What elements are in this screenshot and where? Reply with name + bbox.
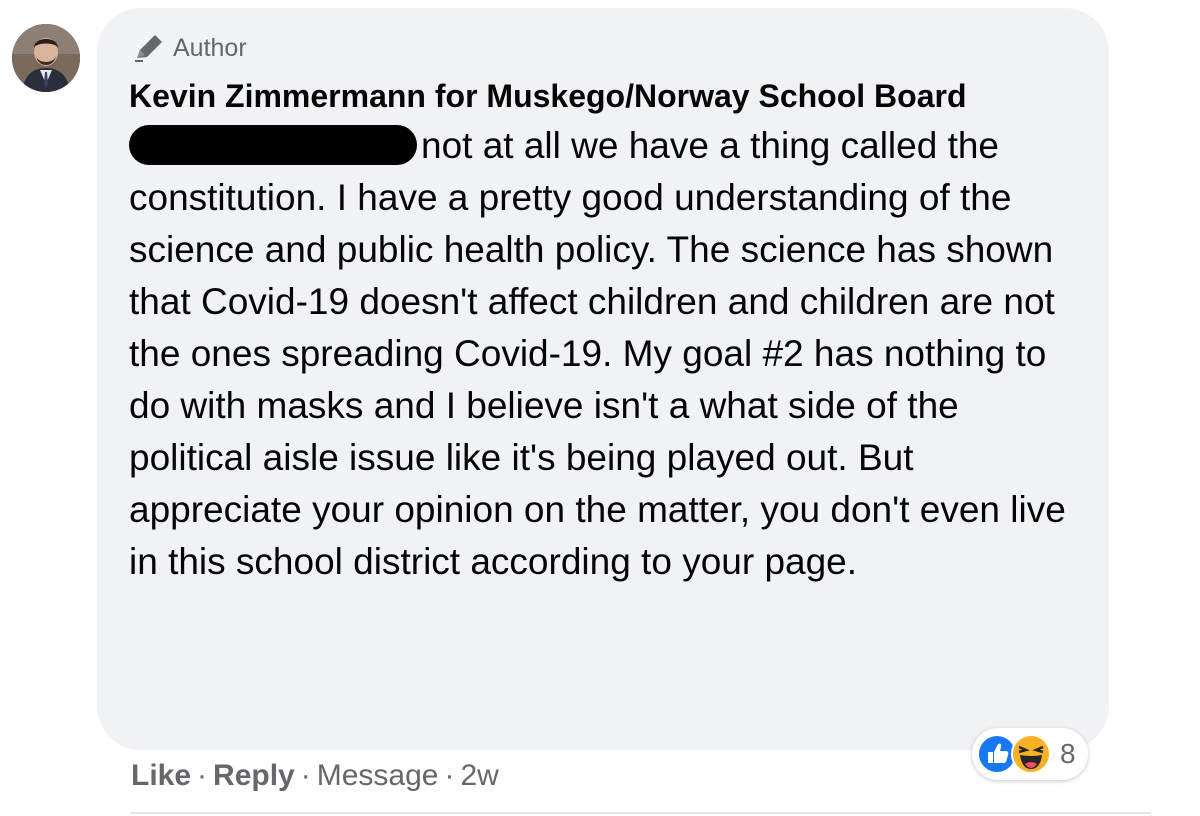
separator: · — [197, 759, 208, 792]
timestamp[interactable]: 2w — [460, 759, 498, 793]
separator: · — [300, 759, 311, 792]
author-badge-label: Author — [173, 33, 247, 62]
comment-text: not at all we have a thing called the co… — [129, 125, 1066, 582]
profile-photo — [12, 24, 80, 92]
reaction-count: 8 — [1060, 738, 1076, 769]
comment-screen: Author Kevin Zimmermann for Muskego/Norw… — [0, 0, 1200, 816]
avatar[interactable] — [12, 24, 80, 92]
commenter-name[interactable]: Kevin Zimmermann for Muskego/Norway Scho… — [129, 74, 989, 118]
comment-actions: Like · Reply · Message · 2w — [131, 756, 499, 796]
reply-button[interactable]: Reply — [213, 759, 295, 793]
author-badge: Author — [131, 32, 1079, 64]
pencil-icon — [135, 35, 162, 62]
message-button[interactable]: Message — [317, 759, 439, 793]
haha-icon — [1011, 734, 1051, 774]
redacted-mention — [129, 125, 417, 165]
divider — [131, 812, 1151, 814]
comment-body: not at all we have a thing called the co… — [129, 120, 1089, 588]
reaction-summary[interactable]: 8 — [972, 728, 1088, 780]
separator: · — [444, 759, 455, 792]
like-button[interactable]: Like — [131, 759, 191, 793]
comment-bubble: Author Kevin Zimmermann for Muskego/Norw… — [97, 8, 1109, 750]
